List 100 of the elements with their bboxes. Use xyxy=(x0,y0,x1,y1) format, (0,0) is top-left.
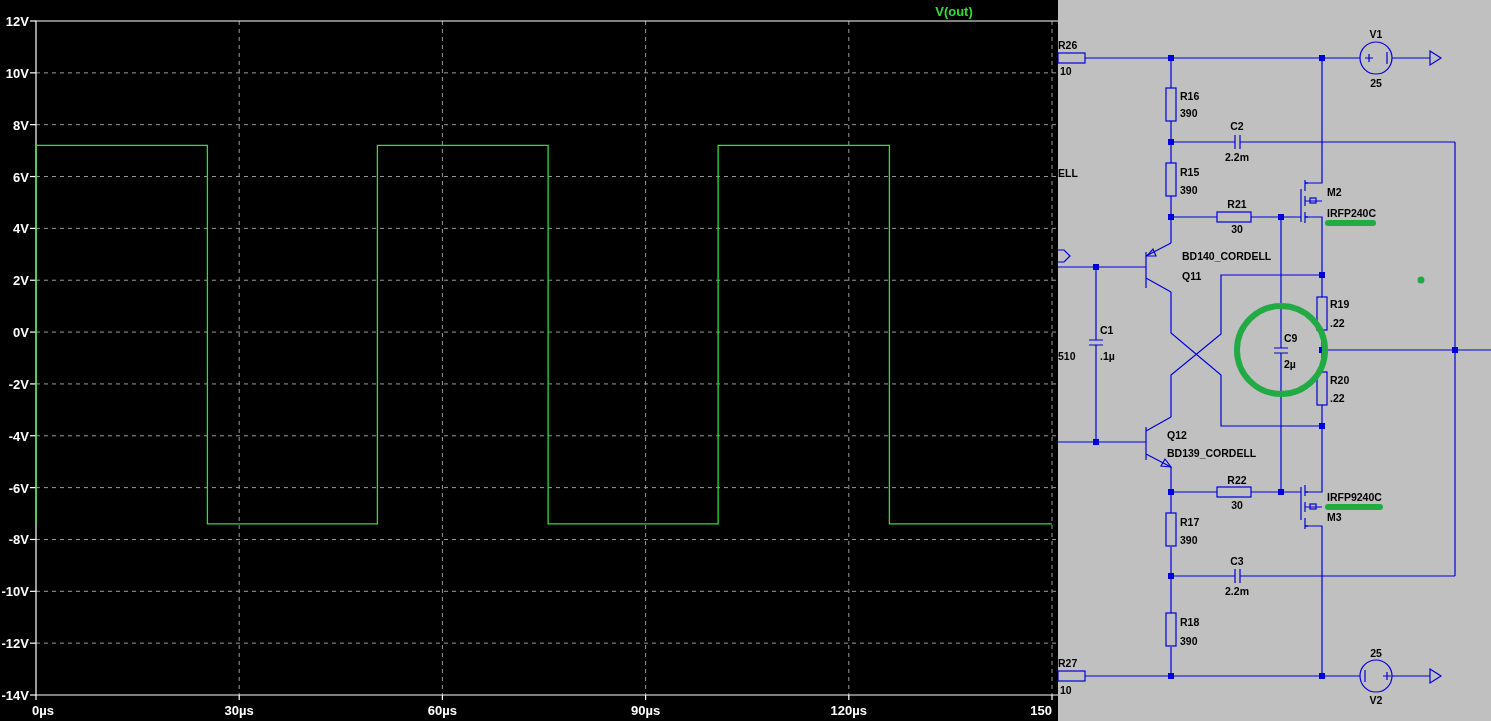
capacitor-symbol xyxy=(1273,347,1289,354)
component-label: ELL xyxy=(1058,167,1078,179)
tick-mark xyxy=(29,279,37,281)
x-tick-label: 60µs xyxy=(427,703,457,718)
component-label: R22 xyxy=(1227,474,1247,486)
y-tick-label: 12V xyxy=(5,14,29,29)
y-tick-label: -6V xyxy=(8,480,29,496)
component-label: .1µ xyxy=(1100,350,1115,362)
resistor-symbol xyxy=(1165,87,1177,122)
tick-mark xyxy=(29,590,37,592)
component-label: R27 xyxy=(1058,657,1078,669)
component-label: IRFP9240C xyxy=(1327,491,1382,503)
x-tick-label: 90µs xyxy=(631,703,661,718)
component-label: R17 xyxy=(1180,516,1200,528)
component-label: 30 xyxy=(1231,223,1243,235)
component-label: .22 xyxy=(1330,392,1345,404)
tick-mark xyxy=(29,72,37,74)
component-label: 2µ xyxy=(1284,358,1296,370)
wire xyxy=(1391,57,1431,59)
component-label: R26 xyxy=(1058,39,1078,51)
highlight-underline xyxy=(1325,220,1376,226)
mosfet-symbol xyxy=(1300,484,1323,530)
tick-mark xyxy=(29,487,37,489)
ground-symbol xyxy=(1429,667,1443,685)
x-tick-label: 30µs xyxy=(224,703,254,718)
tick-mark xyxy=(29,383,37,385)
y-tick-label: -12V xyxy=(1,636,29,652)
capacitor-symbol xyxy=(1234,568,1241,584)
y-tick-label: 4V xyxy=(13,221,29,237)
component-label: C3 xyxy=(1230,555,1244,567)
component-label: 30 xyxy=(1231,499,1243,511)
voltage-source-symbol xyxy=(1359,659,1393,693)
resistor-symbol xyxy=(1316,371,1328,406)
y-tick-label: -2V xyxy=(8,376,29,392)
highlight-underline xyxy=(1325,504,1383,510)
trace-title: V(out) xyxy=(935,4,973,19)
capacitor-symbol xyxy=(1234,134,1241,150)
transistor-symbol xyxy=(1145,242,1172,293)
component-label: 390 xyxy=(1180,184,1198,196)
x-tick-label: 0µs xyxy=(32,703,54,718)
component-label: R15 xyxy=(1180,166,1200,178)
component-label: M2 xyxy=(1327,186,1342,198)
tick-mark xyxy=(29,227,37,229)
x-tick-label: 150 xyxy=(1030,703,1052,718)
resistor-symbol xyxy=(1058,52,1086,64)
tick-mark xyxy=(441,694,443,701)
mosfet-symbol xyxy=(1300,179,1323,224)
component-label: 390 xyxy=(1180,635,1198,647)
resistor-symbol xyxy=(1216,486,1252,498)
resistor-symbol xyxy=(1216,211,1252,223)
resistor-symbol xyxy=(1165,162,1177,197)
tick-mark xyxy=(645,694,647,701)
component-label: R16 xyxy=(1180,90,1200,102)
y-tick-label: -8V xyxy=(8,532,29,548)
component-label: R21 xyxy=(1227,198,1247,210)
component-label: V2 xyxy=(1369,694,1383,706)
ground-symbol xyxy=(1429,49,1443,67)
component-label: R20 xyxy=(1330,374,1350,386)
component-label: 25 xyxy=(1370,77,1382,89)
component-label: C1 xyxy=(1100,324,1114,336)
component-label: C9 xyxy=(1284,332,1298,344)
component-label: Q11 xyxy=(1182,270,1202,282)
component-label: BD139_CORDELL xyxy=(1167,447,1257,459)
component-label: 390 xyxy=(1180,534,1198,546)
component-label: M3 xyxy=(1327,511,1342,523)
tick-mark xyxy=(238,694,240,701)
marker-dot xyxy=(1417,276,1425,284)
tick-mark xyxy=(29,20,37,22)
y-tick-label: 0V xyxy=(13,325,29,341)
y-tick-label: -10V xyxy=(1,584,29,600)
component-label: IRFP240C xyxy=(1327,207,1377,219)
tick-mark xyxy=(1051,694,1053,701)
component-label: 10 xyxy=(1060,65,1072,77)
wire xyxy=(1391,675,1431,677)
resistor-symbol xyxy=(1165,612,1177,647)
resistor-symbol xyxy=(1058,670,1086,682)
component-label: Q12 xyxy=(1167,429,1187,441)
component-label: R18 xyxy=(1180,616,1200,628)
y-tick-label: -4V xyxy=(8,428,29,444)
capacitor-symbol xyxy=(1088,339,1104,346)
component-label: BD140_CORDELL xyxy=(1182,250,1272,262)
x-tick-label: 120µs xyxy=(830,703,867,718)
component-label: 390 xyxy=(1180,107,1198,119)
component-label: V1 xyxy=(1369,28,1383,40)
y-tick-label: 10V xyxy=(5,65,29,81)
tick-mark xyxy=(29,175,37,178)
component-label: 10 xyxy=(1060,684,1072,696)
port-symbol xyxy=(1058,249,1071,263)
tick-mark xyxy=(29,435,37,437)
y-tick-label: 8V xyxy=(13,117,29,133)
component-label: 2.2m xyxy=(1225,151,1249,163)
tick-mark xyxy=(29,331,37,333)
tick-mark xyxy=(29,124,37,126)
component-label: 2.2m xyxy=(1225,585,1249,597)
tick-mark xyxy=(29,642,37,644)
component-label: .22 xyxy=(1330,317,1345,329)
y-tick-label: 2V xyxy=(13,273,29,289)
component-label: C2 xyxy=(1230,120,1244,132)
component-label: 25 xyxy=(1370,647,1382,659)
tick-mark xyxy=(848,694,850,701)
